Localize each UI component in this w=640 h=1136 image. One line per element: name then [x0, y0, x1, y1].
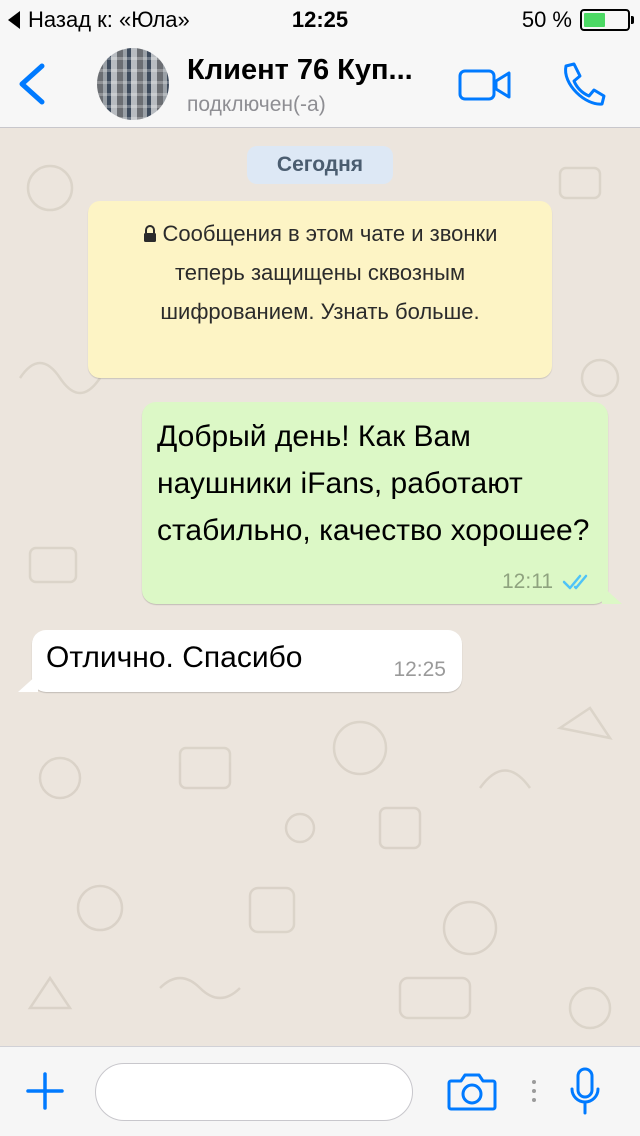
chat-area[interactable]: Сегодня Сообщения в этом чате и звонки т…	[0, 128, 640, 1046]
camera-icon[interactable]	[447, 1071, 497, 1113]
battery-percent: 50 %	[521, 7, 572, 32]
battery-fill	[584, 13, 605, 27]
double-check-icon	[562, 574, 588, 590]
chat-header: Клиент 76 Куп... подключен(-а)	[0, 40, 640, 128]
avatar[interactable]	[97, 48, 169, 120]
lock-icon	[143, 225, 156, 242]
separator-dots	[532, 1080, 536, 1107]
outgoing-message[interactable]: Добрый день! Как Вам наушники iFans, раб…	[142, 402, 622, 604]
video-call-icon[interactable]	[458, 68, 512, 102]
contact-status: подключен(-а)	[187, 93, 326, 116]
battery-cap	[631, 16, 634, 24]
incoming-message[interactable]: Отлично. Спасибо 12:25	[18, 630, 462, 692]
message-time: 12:25	[393, 658, 446, 681]
message-input-bar	[0, 1046, 640, 1136]
phone-icon[interactable]	[556, 60, 606, 110]
encryption-notice[interactable]: Сообщения в этом чате и звонки теперь за…	[88, 201, 552, 378]
bubble-tail	[18, 674, 38, 692]
bubble-tail	[602, 586, 622, 604]
back-chevron-icon[interactable]	[14, 62, 50, 106]
microphone-icon[interactable]	[568, 1067, 602, 1117]
battery-icon	[580, 9, 634, 31]
message-time: 12:11	[502, 570, 553, 593]
contact-name[interactable]: Клиент 76 Куп...	[187, 54, 452, 87]
status-bar: Назад к: «Юла» 12:25 50 %	[0, 0, 640, 40]
message-input[interactable]	[95, 1063, 413, 1121]
encryption-notice-text: Сообщения в этом чате и звонки теперь за…	[160, 221, 498, 324]
battery-indicator: 50 %	[521, 7, 634, 33]
message-text: Отлично. Спасибо	[46, 641, 303, 674]
message-text: Добрый день! Как Вам наушники iFans, раб…	[157, 420, 590, 547]
date-chip: Сегодня	[247, 146, 393, 184]
plus-icon[interactable]	[24, 1070, 66, 1112]
